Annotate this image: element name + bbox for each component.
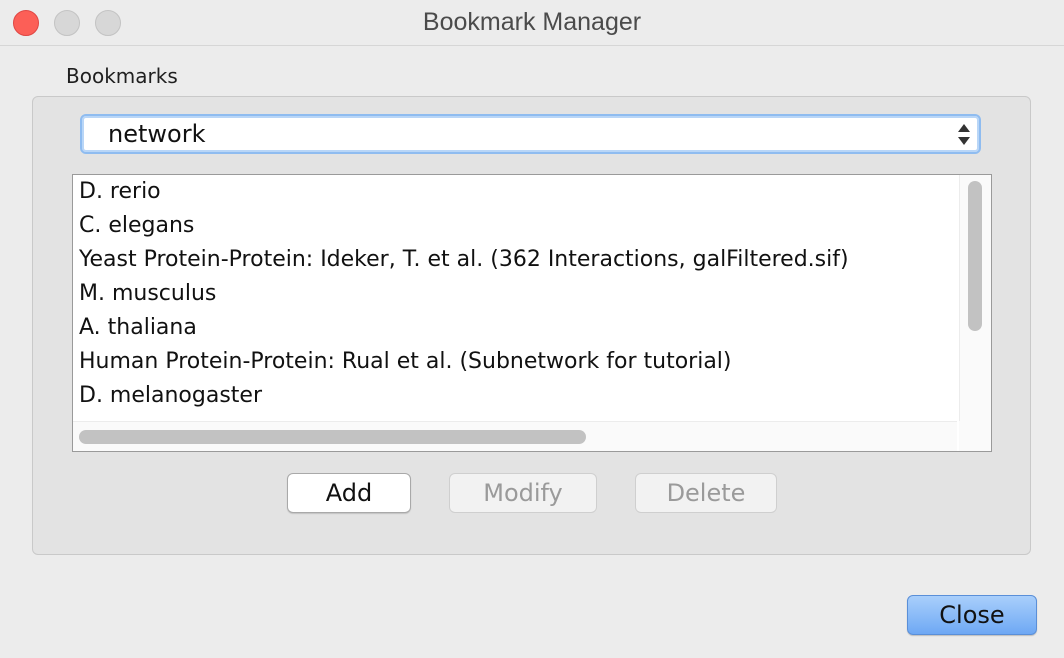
bookmarks-section-label: Bookmarks	[66, 64, 178, 88]
bookmark-list-item[interactable]: M. musculus	[73, 277, 957, 311]
horizontal-scrollbar[interactable]	[73, 421, 957, 451]
bookmark-list-item[interactable]: Yeast Protein-Protein: Ideker, T. et al.…	[73, 243, 957, 277]
window-title: Bookmark Manager	[422, 8, 642, 36]
title-bar: Bookmark Manager	[0, 0, 1064, 46]
vertical-scrollbar[interactable]	[959, 175, 991, 421]
vertical-scroll-thumb[interactable]	[968, 181, 982, 331]
bookmark-list[interactable]: D. rerio C. elegans Yeast Protein-Protein:…	[72, 174, 992, 452]
bookmark-list-item[interactable]: C. elegans	[73, 209, 957, 243]
delete-button[interactable]: Delete	[635, 473, 777, 513]
add-button[interactable]: Add	[287, 473, 411, 513]
scrollbar-corner	[959, 421, 991, 451]
up-down-arrows-icon	[957, 120, 971, 148]
category-select[interactable]: network	[80, 114, 981, 154]
bookmark-list-item[interactable]: A. thaliana	[73, 311, 957, 345]
bookmark-list-item[interactable]: D. melanogaster	[73, 379, 957, 413]
bookmark-list-item[interactable]: D. rerio	[73, 175, 957, 209]
horizontal-scroll-thumb[interactable]	[79, 430, 586, 444]
category-select-value: network	[108, 120, 206, 148]
bookmark-list-items: D. rerio C. elegans Yeast Protein-Protein:…	[73, 175, 957, 421]
bookmark-manager-window: Bookmark Manager Bookmarks network D. re…	[0, 0, 1064, 658]
close-button[interactable]: Close	[907, 595, 1037, 635]
modify-button[interactable]: Modify	[449, 473, 597, 513]
bookmark-list-item[interactable]: Human Protein-Protein: Rual et al. (Subn…	[73, 345, 957, 379]
